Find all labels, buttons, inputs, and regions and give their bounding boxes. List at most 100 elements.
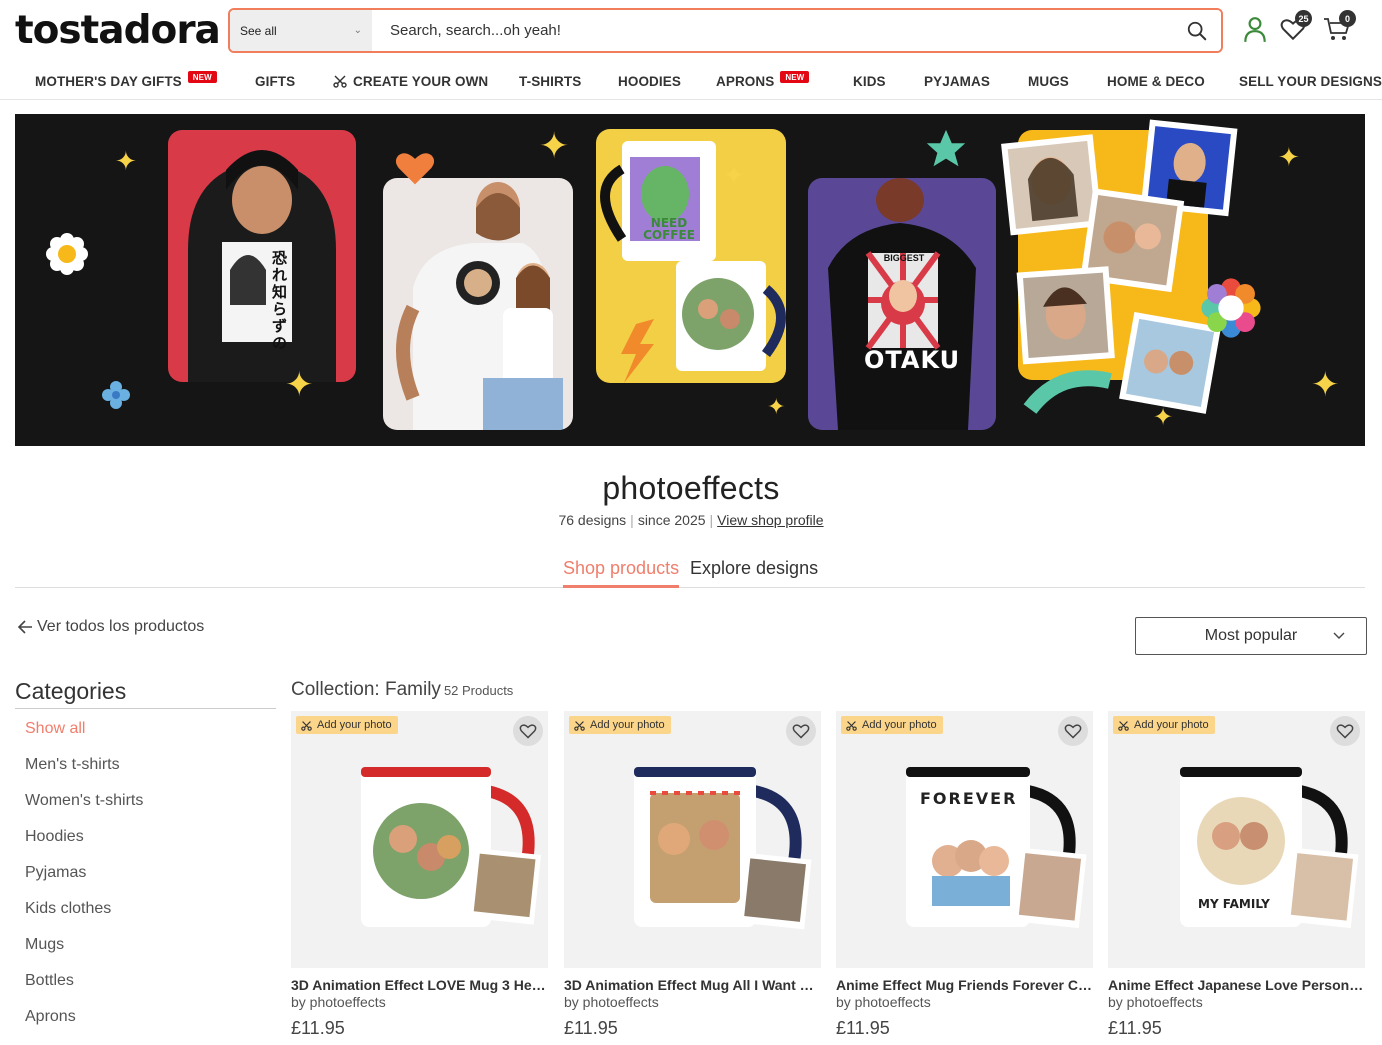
- product-card[interactable]: MY FAMILY Add your photo Anime Effect Ja…: [1108, 711, 1365, 1039]
- product-price: £11.95: [564, 1018, 618, 1038]
- nav-item-t-shirts[interactable]: T-SHIRTS: [519, 68, 581, 94]
- nav-item-home-deco[interactable]: HOME & DECO: [1107, 68, 1205, 94]
- account-button[interactable]: [1238, 12, 1272, 46]
- collection-title: Collection: Family 52 Products: [291, 679, 513, 701]
- product-card[interactable]: FOREVER Add your photo Anime Effect Mug …: [836, 711, 1093, 1039]
- add-photo-tag-label: Add your photo: [862, 719, 937, 731]
- sort-select[interactable]: Most popular: [1135, 617, 1367, 655]
- back-link[interactable]: Ver todos los productos: [17, 618, 204, 636]
- product-price: £11.95: [291, 1018, 345, 1038]
- mug-print-text: FOREVER: [920, 789, 1018, 808]
- mug-illustration: [906, 767, 1087, 929]
- shop-tabs: Shop products Explore designs: [15, 558, 1365, 588]
- wishlist-button[interactable]: 25: [1276, 10, 1312, 46]
- product-name[interactable]: Anime Effect Mug Friends Forever Custom …: [836, 977, 1093, 993]
- hoodie-print-text: 恐れ知らずの: [272, 249, 288, 352]
- category-item-show-all[interactable]: Show all: [25, 720, 143, 756]
- new-badge: NEW: [780, 71, 810, 83]
- add-photo-tag-label: Add your photo: [1134, 719, 1209, 731]
- nav-item-mugs[interactable]: MUGS: [1028, 68, 1069, 94]
- collection-name: Collection: Family: [291, 679, 441, 700]
- mug-print-text: NEED COFFEE: [643, 216, 695, 242]
- nav-item-aprons[interactable]: APRONS NEW: [716, 68, 810, 94]
- product-image[interactable]: Add your photo: [564, 711, 821, 968]
- product-name[interactable]: Anime Effect Japanese Love Personalized …: [1108, 977, 1365, 993]
- tab-shop-products[interactable]: Shop products: [563, 558, 680, 588]
- chevron-down-icon: [1333, 632, 1345, 639]
- product-author: by photoeffects: [1108, 994, 1203, 1010]
- sort-selected-label: Most popular: [1204, 627, 1298, 644]
- view-shop-profile-link[interactable]: View shop profile: [717, 512, 823, 528]
- product-image[interactable]: Add your photo: [291, 711, 548, 968]
- nav-item-mothers-day-gifts[interactable]: MOTHER'S DAY GIFTS NEW: [35, 68, 217, 94]
- category-item-aprons[interactable]: Aprons: [25, 1008, 143, 1044]
- nav-item-gifts[interactable]: GIFTS: [255, 68, 295, 94]
- nav-item-kids[interactable]: KIDS: [853, 68, 886, 94]
- collection-count: 52 Products: [443, 683, 514, 698]
- search-icon: [1187, 21, 1207, 40]
- search-bar: See all ⌄: [228, 8, 1223, 53]
- cart-button[interactable]: 0: [1320, 10, 1356, 46]
- mug-print-text: MY FAMILY: [1198, 897, 1270, 911]
- favorite-button[interactable]: [786, 716, 816, 746]
- category-item-mugs[interactable]: Mugs: [25, 936, 143, 972]
- main-nav: MOTHER'S DAY GIFTS NEW GIFTS CREATE YOUR…: [0, 68, 1382, 94]
- nav-item-label: HOODIES: [618, 73, 681, 89]
- add-photo-tag-label: Add your photo: [590, 719, 665, 731]
- nav-item-label: MOTHER'S DAY GIFTS: [35, 73, 182, 89]
- banner-card-otaku-shirt: BIGGEST OTAKU: [808, 178, 996, 430]
- search-scope-select[interactable]: See all ⌄: [230, 10, 372, 51]
- back-link-label: Ver todos los productos: [37, 618, 205, 635]
- sparkle-icon: ✦: [767, 394, 786, 419]
- add-photo-tag: Add your photo: [296, 716, 398, 734]
- hero-banner[interactable]: 恐れ知らずの NEED COFFEE BIGGEST OTAKU ✦ ✦ ✦ ✦…: [15, 114, 1365, 446]
- search-button[interactable]: [1173, 10, 1221, 51]
- product-image[interactable]: MY FAMILY Add your photo: [1108, 711, 1365, 968]
- shop-title: photoeffects: [602, 470, 780, 506]
- banner-card-hoodie: 恐れ知らずの: [168, 130, 356, 382]
- product-card[interactable]: Add your photo 3D Animation Effect Mug A…: [564, 711, 821, 1039]
- category-item-womens-t-shirts[interactable]: Women's t-shirts: [25, 792, 143, 828]
- heart-icon: [792, 724, 810, 739]
- banner-card-family-tshirt: [383, 178, 573, 430]
- nav-item-create-your-own[interactable]: CREATE YOUR OWN: [333, 68, 488, 94]
- tab-explore-designs[interactable]: Explore designs: [690, 558, 818, 588]
- product-name[interactable]: 3D Animation Effect Mug All I Want For C…: [564, 977, 821, 993]
- sparkle-icon: ✦: [285, 366, 314, 404]
- nav-item-hoodies[interactable]: HOODIES: [618, 68, 681, 94]
- colorful-flower-icon: [1201, 278, 1261, 338]
- nav-item-label: T-SHIRTS: [519, 73, 582, 89]
- favorite-button[interactable]: [1058, 716, 1088, 746]
- nav-item-pyjamas[interactable]: PYJAMAS: [924, 68, 990, 94]
- product-name[interactable]: 3D Animation Effect LOVE Mug 3 Hearts Pe…: [291, 977, 548, 993]
- family-illustration: [396, 182, 563, 430]
- cart-count-badge: 0: [1339, 10, 1356, 27]
- user-icon: [1244, 17, 1266, 42]
- favorite-button[interactable]: [1330, 716, 1360, 746]
- product-image[interactable]: FOREVER Add your photo: [836, 711, 1093, 968]
- category-item-bottles[interactable]: Bottles: [25, 972, 143, 1008]
- mug-illustration: [1180, 767, 1359, 929]
- category-item-hoodies[interactable]: Hoodies: [25, 828, 143, 864]
- product-card[interactable]: Add your photo 3D Animation Effect LOVE …: [291, 711, 548, 1039]
- category-item-kids-clothes[interactable]: Kids clothes: [25, 900, 143, 936]
- sparkle-icon: ✦: [1278, 142, 1300, 172]
- favorite-button[interactable]: [513, 716, 543, 746]
- shirt-top-text: BIGGEST: [883, 253, 925, 263]
- heart-icon: [1336, 724, 1354, 739]
- search-scope-label: See all: [240, 23, 277, 38]
- nav-item-sell-your-designs[interactable]: SELL YOUR DESIGNS: [1239, 68, 1382, 94]
- new-badge: NEW: [187, 71, 217, 83]
- mug-illustration: [361, 767, 541, 927]
- small-flower-icon: [102, 381, 130, 409]
- chevron-down-icon: ⌄: [353, 25, 362, 36]
- categories-title: Categories: [15, 678, 276, 709]
- nav-item-label: HOME & DECO: [1107, 73, 1205, 89]
- category-item-mens-t-shirts[interactable]: Men's t-shirts: [25, 756, 143, 792]
- search-input[interactable]: [372, 10, 1173, 51]
- category-item-pyjamas[interactable]: Pyjamas: [25, 864, 143, 900]
- add-photo-tag: Add your photo: [1113, 716, 1215, 734]
- logo[interactable]: tostadora: [15, 8, 221, 53]
- sparkle-icon: ✦: [115, 146, 137, 176]
- shop-meta: 76 designs | since 2025 | View shop profile: [0, 512, 1382, 528]
